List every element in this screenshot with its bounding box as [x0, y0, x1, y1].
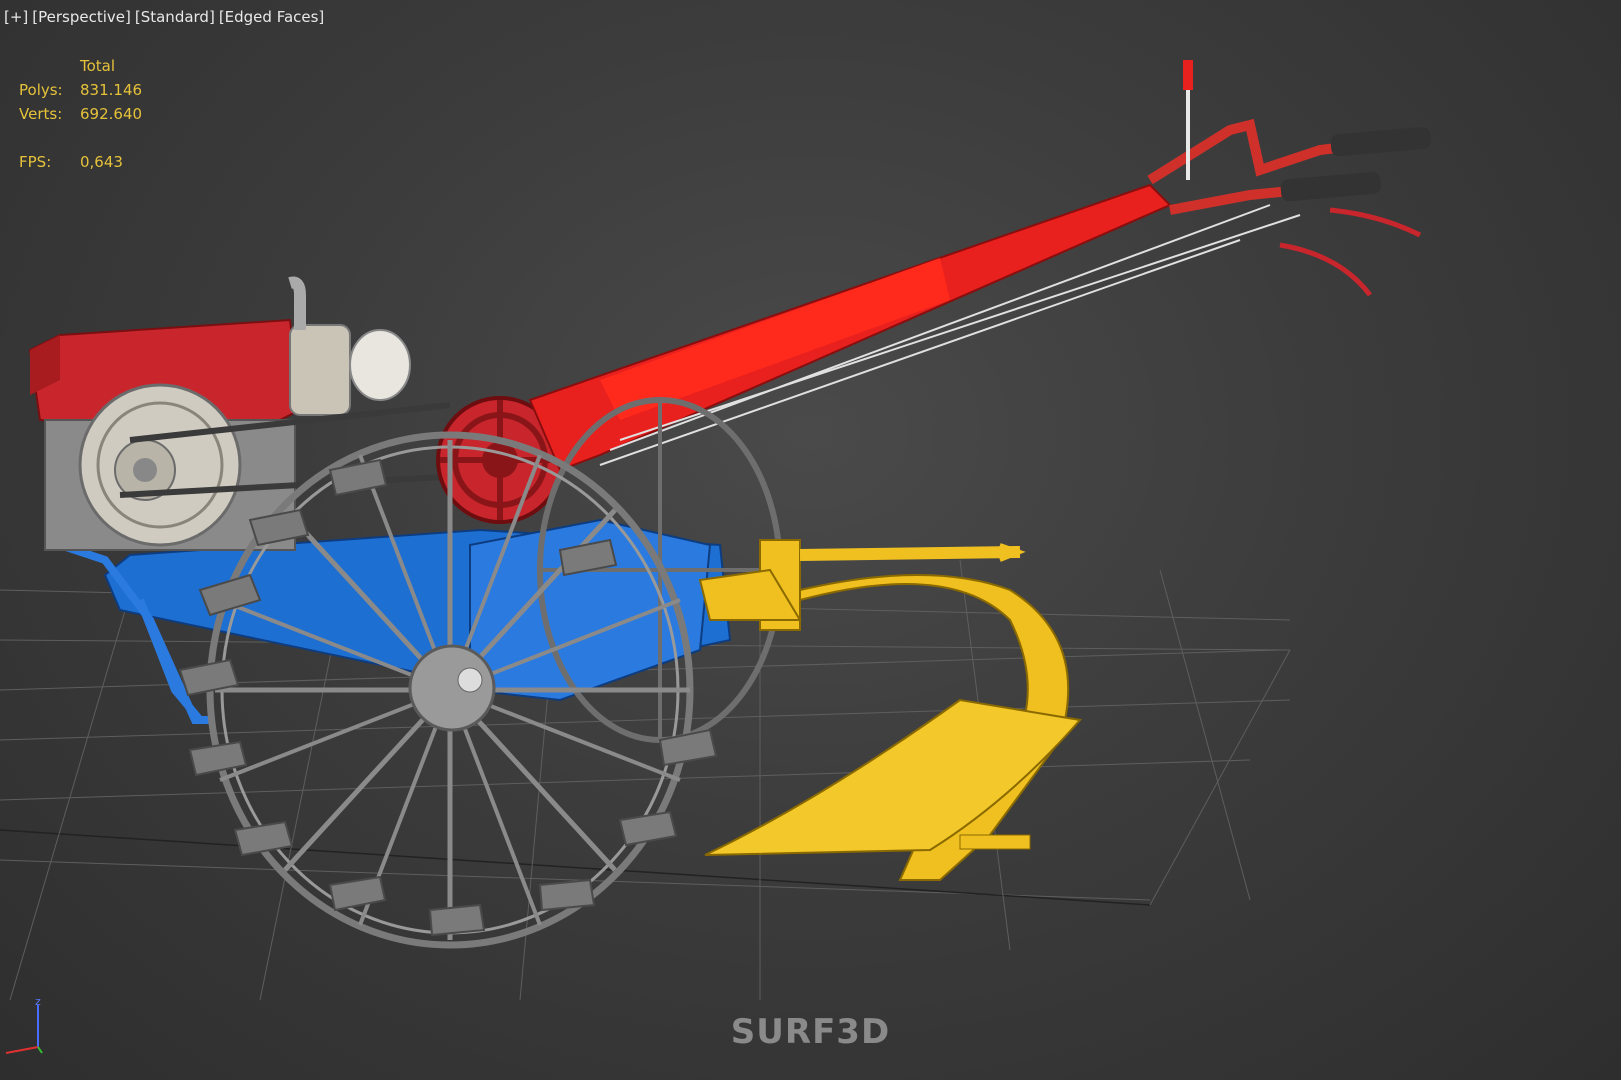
- plough[interactable]: [698, 539, 1082, 881]
- polys-label: Polys:: [19, 81, 63, 99]
- fps-label: FPS:: [19, 153, 52, 171]
- display-mode-menu[interactable]: [Edged Faces]: [219, 8, 324, 26]
- handlebar[interactable]: [528, 60, 1432, 472]
- verts-value: 692.640: [80, 105, 143, 123]
- shading-preset-menu[interactable]: [Standard]: [135, 8, 215, 26]
- viewport-3d[interactable]: [+] [Perspective] [Standard] [Edged Face…: [0, 0, 1621, 1080]
- viewport-menu-button[interactable]: [+]: [4, 8, 28, 26]
- watermark-logo: SURF3D: [730, 1012, 891, 1052]
- flywheel[interactable]: [78, 383, 242, 547]
- verts-label: Verts:: [19, 105, 63, 123]
- viewport-label: [+] [Perspective] [Standard] [Edged Face…: [4, 8, 324, 26]
- polys-value: 831.146: [80, 81, 143, 99]
- stats-header: Total: [80, 57, 116, 75]
- fps-value: 0,643: [80, 153, 123, 171]
- statistics-overlay: Total Polys: 831.146 Verts: 692.640 FPS: 0,…: [19, 54, 142, 174]
- view-mode-menu[interactable]: [Perspective]: [32, 8, 131, 26]
- scene-canvas[interactable]: [0, 0, 1621, 1080]
- front-cage-wheel[interactable]: [206, 431, 694, 949]
